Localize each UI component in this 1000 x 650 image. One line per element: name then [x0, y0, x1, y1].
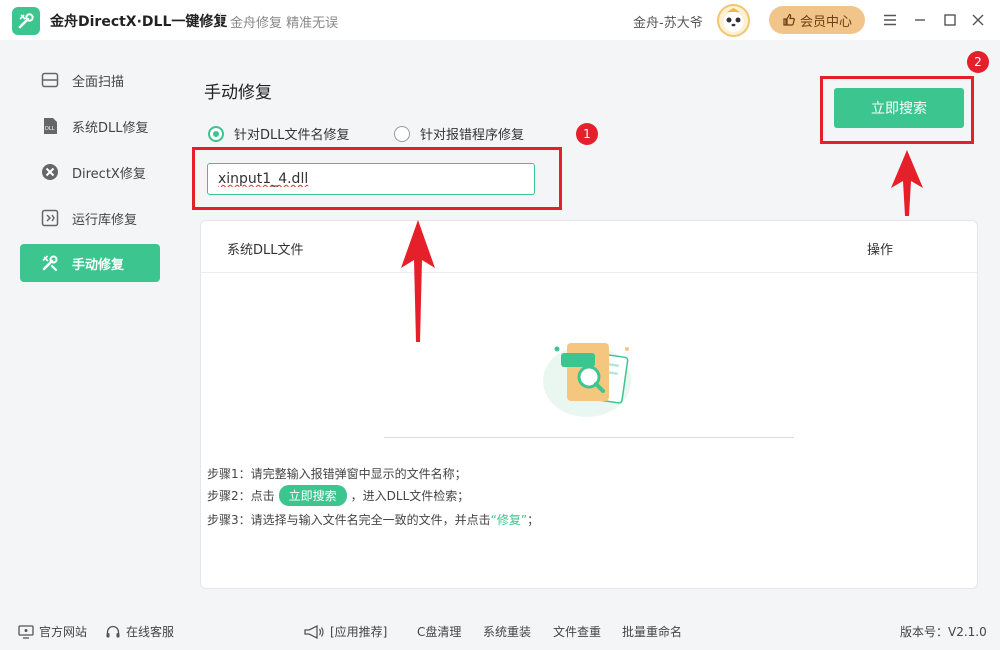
sidebar-item-label: 全面扫描: [72, 74, 125, 90]
step-2-prefix: 步骤2：点击: [207, 489, 275, 503]
maximize-icon[interactable]: [939, 9, 961, 31]
step-3-prefix: 步骤3：请选择与输入文件名完全一致的文件，并点击: [207, 513, 491, 527]
online-support-label: 在线客服: [126, 625, 175, 639]
vip-center-button[interactable]: 会员中心: [769, 6, 865, 34]
radio-dll-filename[interactable]: 针对DLL文件名修复: [208, 124, 350, 143]
sidebar-item-manual-repair[interactable]: 手动修复: [20, 244, 160, 282]
step-3-repair-word: “修复”: [490, 513, 528, 527]
recommend-section: [应用推荐]: [303, 623, 387, 640]
menu-icon[interactable]: [879, 9, 901, 31]
sidebar-item-label: DirectX修复: [72, 166, 146, 182]
annotation-arrow-up-1: [401, 220, 435, 342]
radio-checked-icon: [208, 125, 224, 142]
annotation-badge-2: 2: [967, 51, 989, 73]
step-2-search-pill: 立即搜索: [278, 485, 347, 506]
divider: [384, 437, 794, 438]
column-header-action: 操作: [867, 243, 894, 258]
table-header: 系统DLL文件 操作: [201, 221, 977, 273]
column-header-file: 系统DLL文件: [227, 243, 304, 258]
link-file-dedup[interactable]: 文件查重: [553, 623, 601, 640]
app-title: 金舟DirectX·DLL一键修复: [50, 14, 228, 30]
version-label: 版本号：V2.1.0: [900, 625, 987, 639]
vip-center-label: 会员中心: [799, 14, 852, 30]
title-bar: 金舟DirectX·DLL一键修复 金舟修复 精准无误 金舟-苏大爷 会员中心: [0, 0, 1000, 40]
step-3-suffix: ；: [527, 513, 540, 527]
sidebar-item-label: 系统DLL修复: [72, 120, 149, 136]
radio-unchecked-icon: [394, 125, 410, 142]
link-batch-rename[interactable]: 批量重命名: [622, 623, 682, 640]
step-2: 步骤2：点击 立即搜索 ，进入DLL文件检索；: [207, 485, 469, 506]
annotation-arrow-up-2: [891, 150, 923, 216]
megaphone-icon: [304, 624, 324, 639]
title-divider: [220, 12, 221, 28]
recommend-label: [应用推荐]: [330, 625, 388, 639]
sidebar-item-label: 运行库修复: [72, 212, 138, 228]
svg-text:DLL: DLL: [45, 126, 55, 132]
online-support-link[interactable]: 在线客服: [105, 623, 174, 640]
dll-filename-input[interactable]: [207, 163, 535, 195]
link-c-drive-cleanup[interactable]: C盘清理: [417, 623, 461, 640]
avatar[interactable]: [717, 4, 750, 37]
sidebar-item-runtime[interactable]: 运行库修复: [20, 199, 160, 237]
monitor-icon: [18, 624, 34, 639]
scan-icon: [40, 70, 60, 90]
step-2-suffix: ，进入DLL文件检索；: [350, 489, 470, 503]
search-now-button[interactable]: 立即搜索: [834, 88, 964, 128]
results-panel: 系统DLL文件 操作: [200, 220, 978, 589]
thumbs-up-icon: [783, 13, 795, 26]
directx-icon: [40, 162, 60, 182]
runtime-icon: [40, 208, 60, 228]
official-website-link[interactable]: 官方网站: [18, 623, 87, 640]
radio-label: 针对报错程序修复: [420, 128, 525, 143]
sidebar-item-full-scan[interactable]: 全面扫描: [20, 61, 160, 99]
username[interactable]: 金舟-苏大爷: [633, 12, 703, 31]
footer: 官方网站 在线客服 [应用推荐] C盘清理 系统重装 文件查重 批量重命名 版本…: [0, 610, 1000, 650]
app-logo-icon: [12, 7, 40, 35]
page-title: 手动修复: [204, 83, 272, 103]
step-3: 步骤3：请选择与输入文件名完全一致的文件，并点击 “修复” ；: [207, 511, 539, 528]
empty-state-illustration: [541, 329, 641, 419]
radio-error-program[interactable]: 针对报错程序修复: [394, 124, 524, 143]
link-system-reinstall[interactable]: 系统重装: [483, 623, 531, 640]
sidebar-item-system-dll[interactable]: DLL 系统DLL修复: [20, 107, 160, 145]
minimize-icon[interactable]: [909, 9, 931, 31]
app-subtitle: 金舟修复 精准无误: [230, 16, 339, 31]
annotation-badge-1: 1: [576, 123, 598, 145]
official-website-label: 官方网站: [39, 625, 88, 639]
step-1-text: 步骤1：请完整输入报错弹窗中显示的文件名称；: [207, 467, 467, 481]
sidebar-item-directx[interactable]: DirectX修复: [20, 153, 160, 191]
sidebar-item-label: 手动修复: [72, 257, 125, 273]
radio-label: 针对DLL文件名修复: [234, 128, 350, 143]
close-icon[interactable]: [967, 9, 989, 31]
dll-icon: DLL: [40, 116, 60, 136]
tools-icon: [40, 253, 60, 273]
headset-icon: [106, 625, 120, 637]
